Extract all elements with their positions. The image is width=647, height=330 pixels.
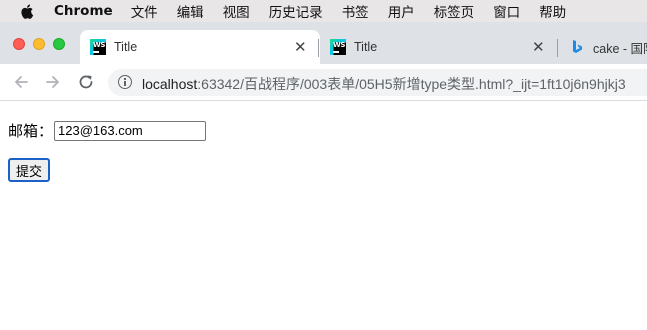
close-window-button[interactable] xyxy=(13,38,25,50)
tab-2[interactable]: WS Title ✕ xyxy=(320,30,556,64)
tab-strip: WS Title ✕ WS Title ✕ cake - 国际 xyxy=(0,22,647,64)
bing-icon xyxy=(573,40,582,53)
tab-3[interactable]: cake - 国际 xyxy=(558,30,647,64)
forward-arrow-icon[interactable] xyxy=(44,73,62,91)
tab-title: Title xyxy=(354,40,378,54)
url-path: :63342/百战程序/003表单/05H5新增type类型.html?_ijt… xyxy=(197,76,626,92)
tab-divider xyxy=(318,39,319,57)
apple-icon[interactable] xyxy=(20,3,34,19)
menu-history[interactable]: 历史记录 xyxy=(269,1,323,21)
minimize-window-button[interactable] xyxy=(33,38,45,50)
close-tab-icon[interactable]: ✕ xyxy=(294,38,307,56)
email-label: 邮箱： xyxy=(8,122,54,140)
browser-toolbar: localhost:63342/百战程序/003表单/05H5新增type类型.… xyxy=(0,64,647,101)
tab-title: cake - 国际 xyxy=(593,41,647,56)
webstorm-icon: WS xyxy=(90,39,106,55)
reload-icon[interactable] xyxy=(77,73,95,91)
menu-people[interactable]: 用户 xyxy=(388,1,415,21)
webstorm-icon: WS xyxy=(330,39,346,55)
menu-window[interactable]: 窗口 xyxy=(493,1,520,21)
menu-app-name[interactable]: Chrome xyxy=(54,3,113,19)
tab-title: Title xyxy=(114,40,138,54)
menu-bookmarks[interactable]: 书签 xyxy=(342,1,369,21)
menu-help[interactable]: 帮助 xyxy=(539,1,566,21)
macos-menu-bar: Chrome 文件 编辑 视图 历史记录 书签 用户 标签页 窗口 帮助 xyxy=(0,0,647,22)
maximize-window-button[interactable] xyxy=(53,38,65,50)
email-field[interactable] xyxy=(54,120,207,141)
url-text[interactable]: localhost:63342/百战程序/003表单/05H5新增type类型.… xyxy=(142,74,626,94)
menu-edit[interactable]: 编辑 xyxy=(177,1,204,21)
page-content: 邮箱： 提交 xyxy=(0,102,647,330)
submit-button[interactable]: 提交 xyxy=(8,158,51,182)
back-arrow-icon[interactable] xyxy=(12,73,30,91)
menu-view[interactable]: 视图 xyxy=(223,1,250,21)
tab-1[interactable]: WS Title ✕ xyxy=(80,30,320,64)
menu-tabs[interactable]: 标签页 xyxy=(434,1,475,21)
close-tab-icon[interactable]: ✕ xyxy=(532,38,545,56)
menu-file[interactable]: 文件 xyxy=(131,1,158,21)
site-info-icon[interactable] xyxy=(118,75,132,89)
url-host: localhost xyxy=(142,76,198,92)
address-bar[interactable]: localhost:63342/百战程序/003表单/05H5新增type类型.… xyxy=(108,69,647,96)
email-row: 邮箱： xyxy=(8,120,207,141)
